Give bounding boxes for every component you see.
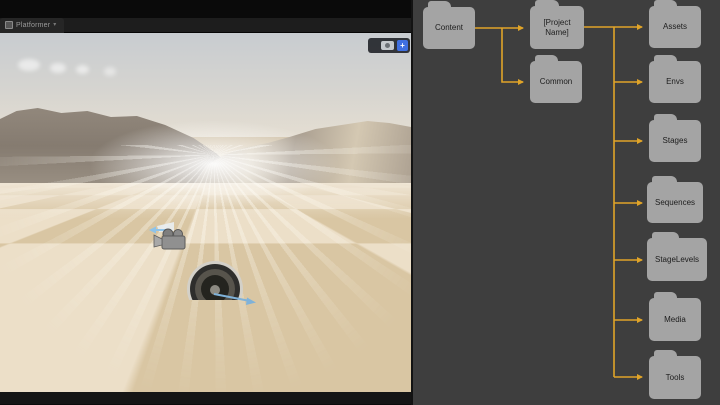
viewport-mini-toolbar: + [368, 38, 410, 53]
tab-bar: Platformer ▾ [0, 18, 411, 33]
folder-media: Media [649, 298, 701, 341]
window-bottom-bar [0, 392, 411, 404]
screen: Platformer ▾ [0, 0, 720, 405]
folder-assets: Assets [649, 6, 701, 48]
folder-tools: Tools [649, 356, 701, 399]
level-tab-label: Platformer [16, 22, 50, 29]
level-tab-icon [5, 21, 13, 29]
level-tab[interactable]: Platformer ▾ [0, 18, 64, 33]
folder-envs: Envs [649, 61, 701, 103]
lens-flare [50, 63, 66, 73]
lens-flare [18, 59, 40, 71]
folder-project-name: [Project Name] [530, 6, 584, 49]
camera-actor[interactable] [147, 221, 191, 255]
sun-glare [84, 118, 344, 210]
chevron-down-icon: ▾ [53, 22, 56, 28]
lens-flare [76, 65, 89, 74]
translate-axis-arrow[interactable] [200, 285, 262, 311]
folder-stagelevels: StageLevels [647, 238, 707, 281]
folder-stages: Stages [649, 120, 701, 162]
camera-speed-icon[interactable] [381, 41, 394, 50]
viewport-3d[interactable]: + [0, 33, 411, 392]
editor-window: Platformer ▾ [0, 0, 413, 405]
window-titlebar [0, 0, 411, 18]
add-button[interactable]: + [397, 40, 408, 51]
folder-common: Common [530, 61, 582, 103]
folder-structure-diagram: Content [Project Name] Common Assets Env… [413, 0, 720, 405]
lens-flare [104, 67, 116, 76]
folder-content: Content [423, 7, 475, 49]
folder-sequences: Sequences [647, 182, 703, 223]
